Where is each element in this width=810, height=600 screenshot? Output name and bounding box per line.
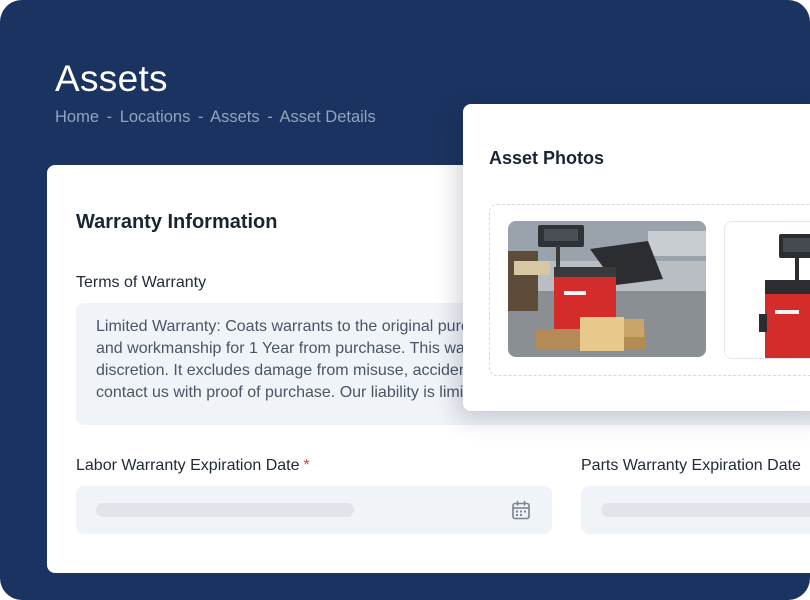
calendar-icon[interactable]: [510, 499, 532, 521]
asset-photos-panel: Asset Photos: [463, 104, 810, 411]
breadcrumb-home[interactable]: Home: [55, 108, 99, 126]
photo-wheel-balancer-warehouse: [508, 221, 706, 357]
loading-placeholder: [601, 503, 810, 517]
labor-warranty-label-text: Labor Warranty Expiration Date: [76, 457, 300, 474]
parts-warranty-label: Parts Warranty Expiration Date: [581, 457, 801, 474]
breadcrumb-separator: -: [106, 108, 113, 126]
labor-warranty-date-input[interactable]: [76, 486, 552, 534]
terms-of-warranty-label: Terms of Warranty: [76, 274, 207, 291]
breadcrumb: Home - Locations - Assets - Asset Detail…: [55, 108, 379, 127]
breadcrumb-assets[interactable]: Assets: [210, 108, 260, 126]
asset-photo-1[interactable]: [508, 221, 706, 357]
breadcrumb-separator: -: [267, 108, 273, 126]
asset-photos-title: Asset Photos: [489, 148, 605, 168]
warranty-section-heading: Warranty Information: [76, 211, 278, 233]
breadcrumb-locations[interactable]: Locations: [120, 108, 191, 126]
required-asterisk: *: [303, 457, 310, 474]
loading-placeholder: [96, 503, 354, 517]
asset-photo-2[interactable]: [724, 221, 810, 359]
labor-warranty-label: Labor Warranty Expiration Date *: [76, 457, 310, 475]
app-background: Assets Home - Locations - Assets - Asset…: [0, 0, 810, 600]
page-title: Assets: [55, 58, 168, 99]
breadcrumb-separator: -: [197, 108, 204, 126]
photo-dropzone[interactable]: [489, 204, 810, 376]
breadcrumb-asset-details: Asset Details: [279, 108, 376, 126]
parts-warranty-date-input[interactable]: [581, 486, 810, 534]
photo-wheel-balancer-studio: [725, 222, 810, 358]
